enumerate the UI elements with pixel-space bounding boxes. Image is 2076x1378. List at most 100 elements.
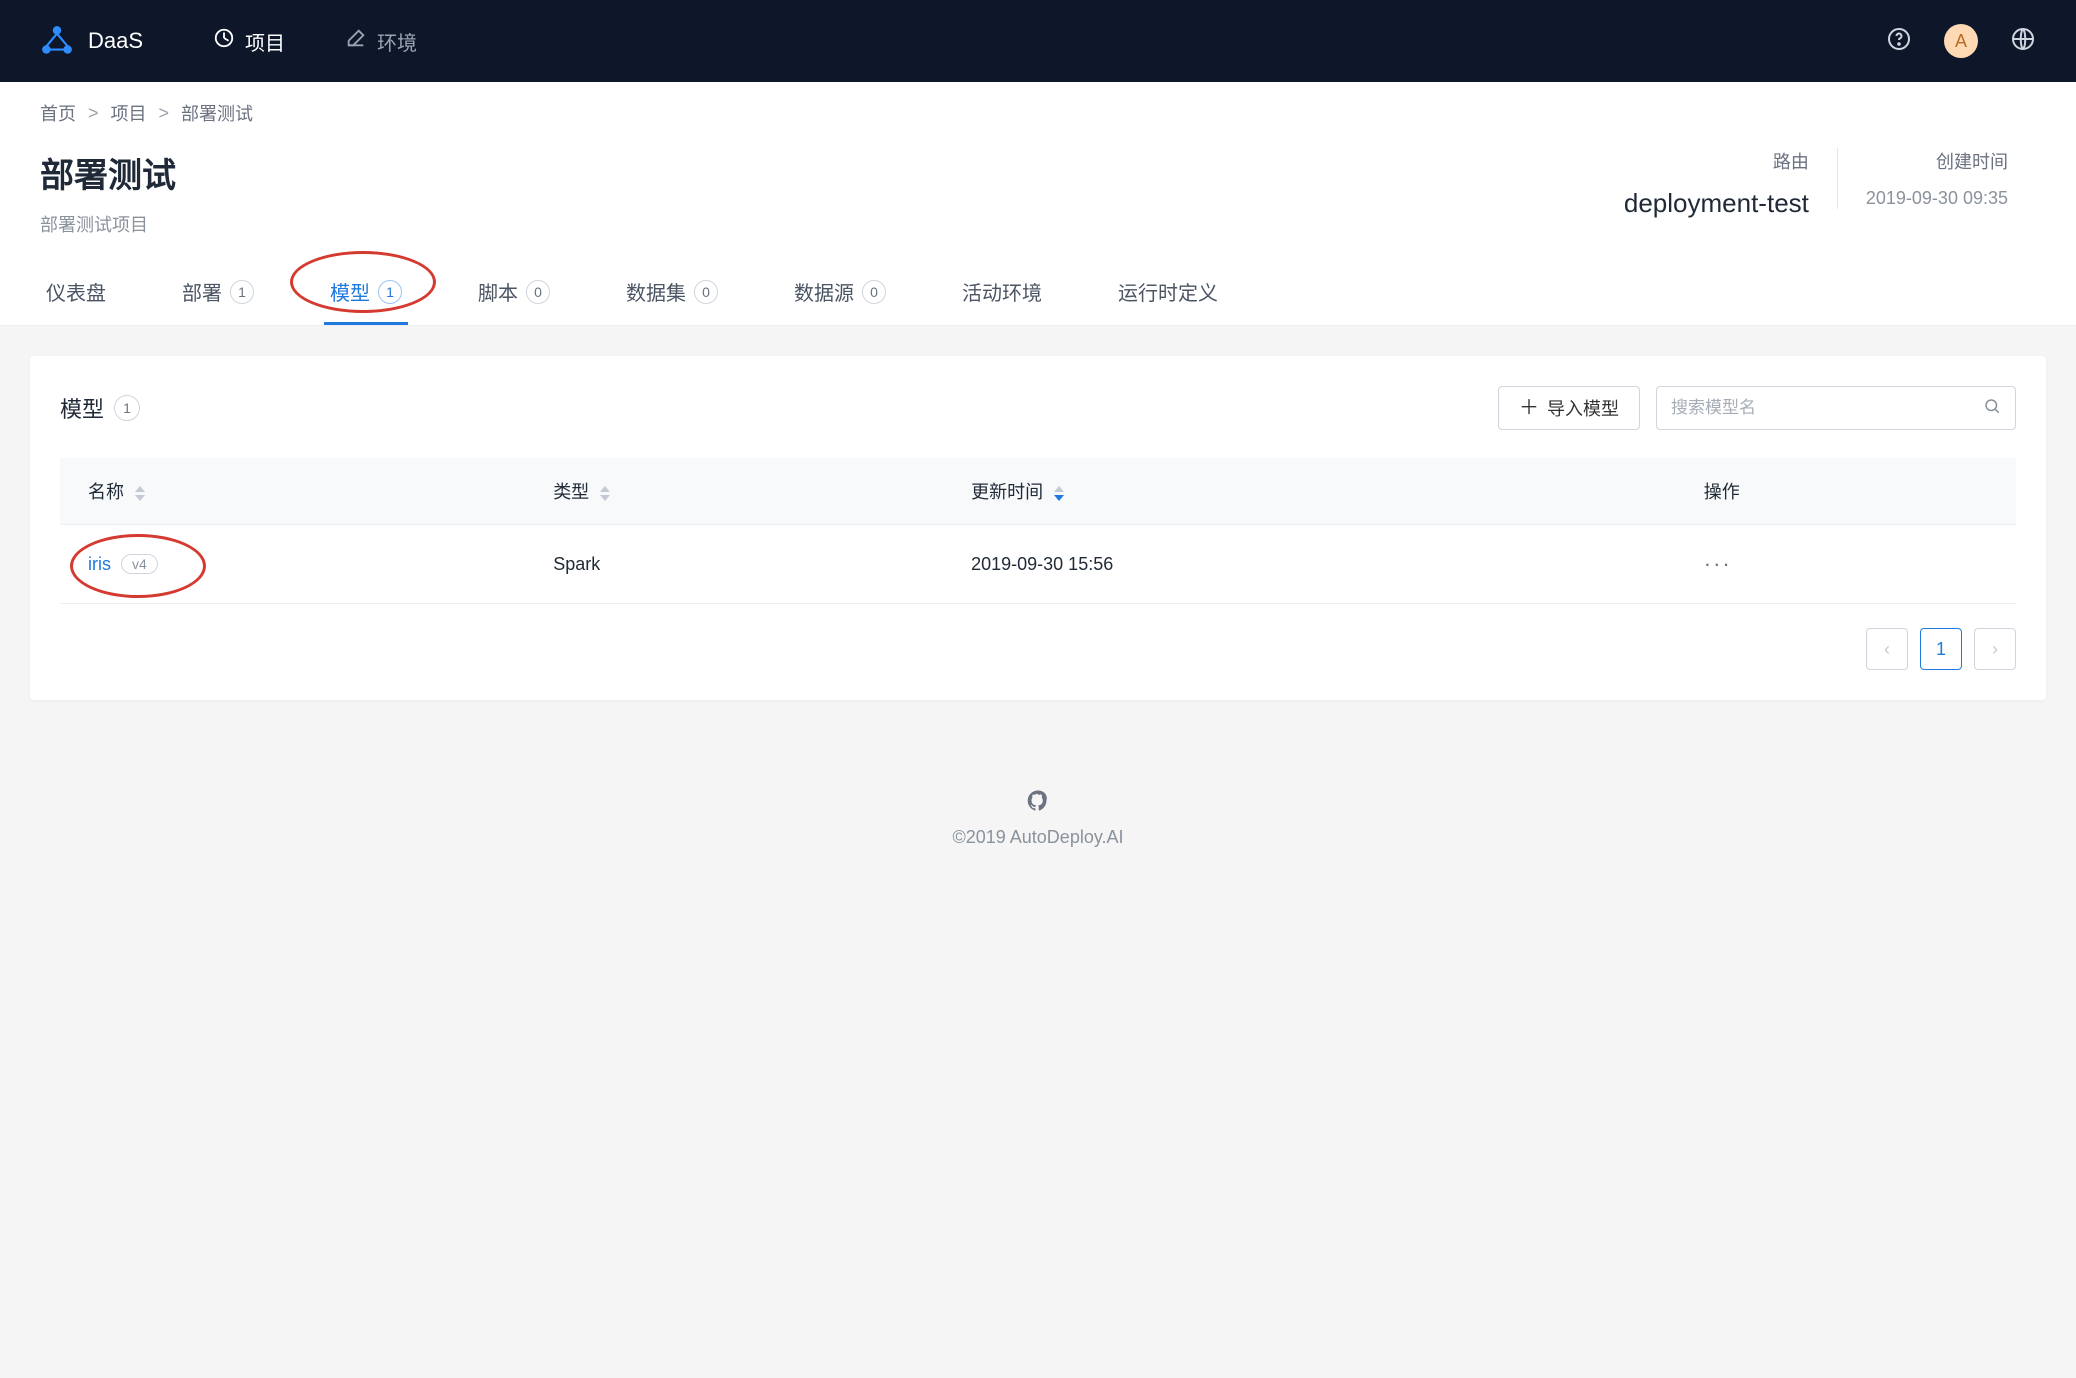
tab-label: 模型 — [330, 277, 370, 306]
content-wrap: 模型 1 ＋ 导入模型 名称 — [0, 326, 2076, 760]
help-button[interactable] — [1886, 28, 1912, 54]
tab-label: 部署 — [182, 277, 222, 306]
avatar-initial: A — [1955, 31, 1967, 52]
tab-label: 仪表盘 — [46, 277, 106, 306]
meta-created-label: 创建时间 — [1866, 148, 2008, 174]
dashboard-icon — [213, 27, 235, 55]
avatar[interactable]: A — [1944, 24, 1978, 58]
github-icon — [1027, 796, 1049, 816]
search-icon — [1983, 397, 2001, 420]
page-header-row: 部署测试 部署测试项目 路由 deployment-test 创建时间 2019… — [40, 148, 2036, 237]
version-badge: v4 — [121, 554, 158, 574]
tab-runtime-def[interactable]: 运行时定义 — [1112, 265, 1224, 325]
tab-count: 1 — [230, 280, 254, 304]
col-actions: 操作 — [1676, 458, 2016, 525]
model-updated: 2019-09-30 15:56 — [943, 525, 1676, 604]
tab-label: 脚本 — [478, 277, 518, 306]
tab-count: 0 — [526, 280, 550, 304]
breadcrumb-current: 部署测试 — [181, 100, 253, 126]
page-title-block: 部署测试 部署测试项目 — [40, 148, 176, 237]
breadcrumb-home[interactable]: 首页 — [40, 100, 76, 126]
model-table: 名称 类型 更新时间 操作 — [60, 458, 2016, 604]
card-title-row: 模型 1 — [60, 392, 140, 424]
github-link[interactable] — [0, 790, 2076, 817]
tab-datasource[interactable]: 数据源 0 — [788, 265, 892, 325]
import-btn-label: 导入模型 — [1547, 395, 1619, 421]
sort-icon — [600, 486, 610, 501]
tab-count: 1 — [378, 280, 402, 304]
help-icon — [1887, 27, 1911, 56]
meta-created: 创建时间 2019-09-30 09:35 — [1837, 148, 2036, 209]
page-number: 1 — [1936, 639, 1946, 660]
nav-right: A — [1886, 24, 2036, 58]
breadcrumb-sep: > — [159, 103, 170, 124]
nav-links: 项目 环境 — [213, 27, 417, 56]
breadcrumb-project[interactable]: 项目 — [111, 100, 147, 126]
page-number-button[interactable]: 1 — [1920, 628, 1962, 670]
page-header-region: 首页 > 项目 > 部署测试 部署测试 部署测试项目 路由 deployment… — [0, 82, 2076, 326]
card-title: 模型 — [60, 392, 104, 424]
col-updated[interactable]: 更新时间 — [943, 458, 1676, 525]
meta-route: 路由 deployment-test — [1596, 148, 1837, 219]
model-type: Spark — [525, 525, 943, 604]
sort-icon — [1054, 486, 1064, 501]
table-row: iris v4 Spark 2019-09-30 15:56 ··· — [60, 525, 2016, 604]
import-model-button[interactable]: ＋ 导入模型 — [1498, 386, 1640, 430]
copyright-text: ©2019 AutoDeploy.AI — [0, 827, 2076, 848]
table-header-row: 名称 类型 更新时间 操作 — [60, 458, 2016, 525]
tab-model[interactable]: 模型 1 — [324, 265, 408, 325]
nav-left: DaaS 项目 环境 — [40, 24, 417, 58]
chevron-right-icon: › — [1992, 639, 1998, 660]
tab-count: 0 — [862, 280, 886, 304]
col-name[interactable]: 名称 — [60, 458, 525, 525]
model-name-link[interactable]: iris — [88, 554, 111, 575]
tab-label: 运行时定义 — [1118, 277, 1218, 306]
meta-route-label: 路由 — [1624, 148, 1809, 174]
meta-route-value: deployment-test — [1624, 188, 1809, 219]
tab-script[interactable]: 脚本 0 — [472, 265, 556, 325]
nav-link-project[interactable]: 项目 — [213, 27, 285, 56]
brand[interactable]: DaaS — [40, 24, 143, 58]
row-actions-button[interactable]: ··· — [1704, 551, 1732, 576]
tab-count: 0 — [694, 280, 718, 304]
page-title: 部署测试 — [40, 148, 176, 197]
page-subtitle: 部署测试项目 — [40, 211, 176, 237]
page-meta: 路由 deployment-test 创建时间 2019-09-30 09:35 — [1596, 148, 2036, 219]
col-type[interactable]: 类型 — [525, 458, 943, 525]
footer: ©2019 AutoDeploy.AI — [0, 760, 2076, 898]
nav-link-label: 项目 — [245, 27, 285, 56]
tab-label: 数据集 — [626, 277, 686, 306]
tab-deploy[interactable]: 部署 1 — [176, 265, 260, 325]
language-button[interactable] — [2010, 28, 2036, 54]
breadcrumb: 首页 > 项目 > 部署测试 — [40, 100, 2036, 126]
brand-logo-icon — [40, 24, 74, 58]
search-input[interactable] — [1671, 398, 1983, 418]
page-next-button[interactable]: › — [1974, 628, 2016, 670]
card-count: 1 — [114, 395, 140, 421]
col-label: 类型 — [553, 482, 589, 502]
edit-icon — [345, 27, 367, 55]
brand-name: DaaS — [88, 28, 143, 54]
page-prev-button[interactable]: ‹ — [1866, 628, 1908, 670]
card-actions: ＋ 导入模型 — [1498, 386, 2016, 430]
tab-dashboard[interactable]: 仪表盘 — [40, 265, 112, 325]
nav-link-label: 环境 — [377, 27, 417, 56]
card-header: 模型 1 ＋ 导入模型 — [60, 386, 2016, 430]
col-label: 名称 — [88, 482, 124, 502]
tab-label: 活动环境 — [962, 277, 1042, 306]
meta-created-value: 2019-09-30 09:35 — [1866, 188, 2008, 209]
tabs: 仪表盘 部署 1 模型 1 脚本 0 数据集 0 数据源 0 活动环境 运行时定… — [40, 265, 2036, 325]
top-navbar: DaaS 项目 环境 A — [0, 0, 2076, 82]
search-box[interactable] — [1656, 386, 2016, 430]
col-label: 更新时间 — [971, 482, 1043, 502]
tab-active-env[interactable]: 活动环境 — [956, 265, 1048, 325]
col-label: 操作 — [1704, 482, 1740, 502]
nav-link-environment[interactable]: 环境 — [345, 27, 417, 56]
model-name-cell: iris v4 — [88, 554, 497, 575]
plus-icon: ＋ — [1519, 398, 1539, 418]
pagination: ‹ 1 › — [60, 628, 2016, 670]
globe-icon — [2011, 27, 2035, 56]
tab-label: 数据源 — [794, 277, 854, 306]
sort-icon — [135, 486, 145, 501]
tab-dataset[interactable]: 数据集 0 — [620, 265, 724, 325]
